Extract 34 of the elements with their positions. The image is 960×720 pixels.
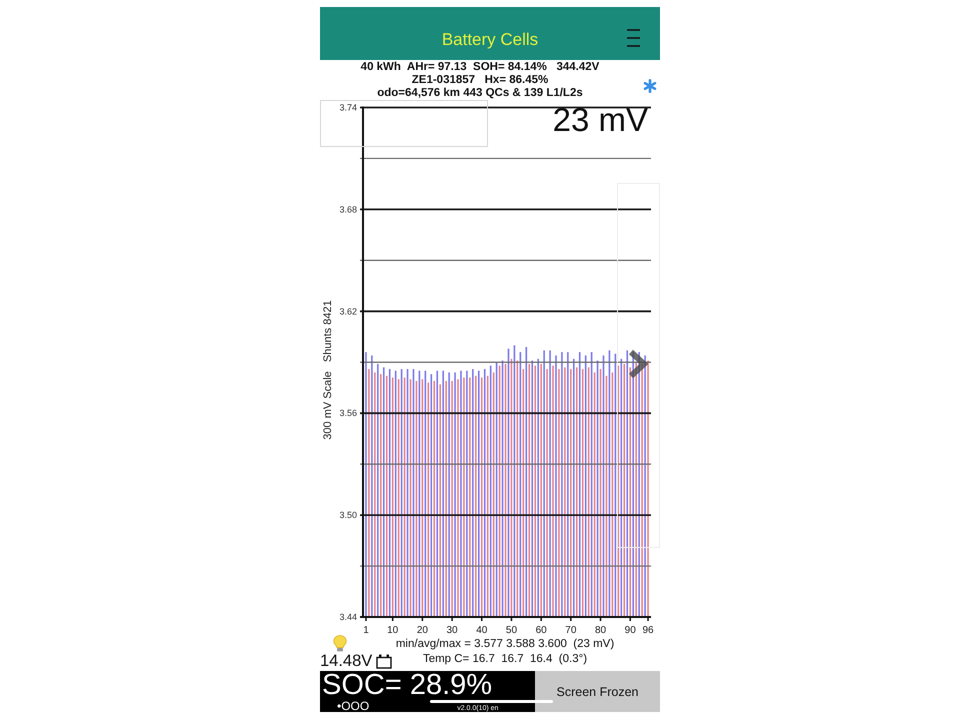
lightbulb-icon	[333, 635, 347, 652]
chevron-right-icon[interactable]	[627, 349, 648, 379]
x-tick-label: 80	[594, 625, 606, 636]
x-tick-label: 90	[624, 625, 636, 636]
asterisk-icon[interactable]	[643, 79, 657, 93]
axis-label: 300 mV Scale Shunts 8421	[322, 300, 334, 440]
y-tick-label: 3.74	[339, 102, 357, 112]
y-tick-label: 3.62	[339, 306, 357, 316]
page-dots: •OOO	[336, 699, 370, 712]
x-tick-label: 40	[476, 625, 488, 636]
summary-line: odo=64,576 km 443 QCs & 139 L1/L2s	[377, 87, 583, 100]
menu-icon[interactable]	[627, 29, 640, 47]
y-tick-label: 3.50	[339, 510, 357, 520]
x-tick-label: 50	[506, 625, 518, 636]
x-tick-label: 30	[446, 625, 458, 636]
spread-label: 23 mV	[552, 103, 648, 136]
aux-battery-voltage: 14.48V	[320, 652, 372, 671]
soc-readout: SOC= 28.9%	[321, 671, 494, 699]
voltage-stats: min/avg/max = 3.577 3.588 3.600 (23 mV)	[396, 637, 614, 652]
x-tick-label: 60	[536, 625, 547, 636]
x-tick-label: 70	[565, 625, 576, 636]
y-tick-label: 3.56	[339, 408, 357, 418]
battery-icon	[376, 654, 392, 669]
x-tick-label: 20	[416, 625, 428, 636]
x-tick-label: 96	[642, 625, 654, 636]
temperature-stats: Temp C= 16.7 16.7 16.4 (0.3°)	[422, 652, 588, 667]
x-tick-label: 1	[363, 625, 369, 636]
y-tick-label: 3.68	[339, 204, 357, 214]
screen-title: Battery Cells	[442, 30, 538, 50]
screen-frozen-button[interactable]: Screen Frozen	[535, 671, 660, 712]
y-tick-label: 3.44	[339, 612, 357, 622]
summary-line: 40 kWh AHr= 97.13 SOH= 84.14% 344.42V	[360, 61, 600, 74]
x-tick-label: 10	[387, 625, 398, 636]
summary-line: ZE1-031857 Hx= 86.45%	[412, 74, 548, 87]
